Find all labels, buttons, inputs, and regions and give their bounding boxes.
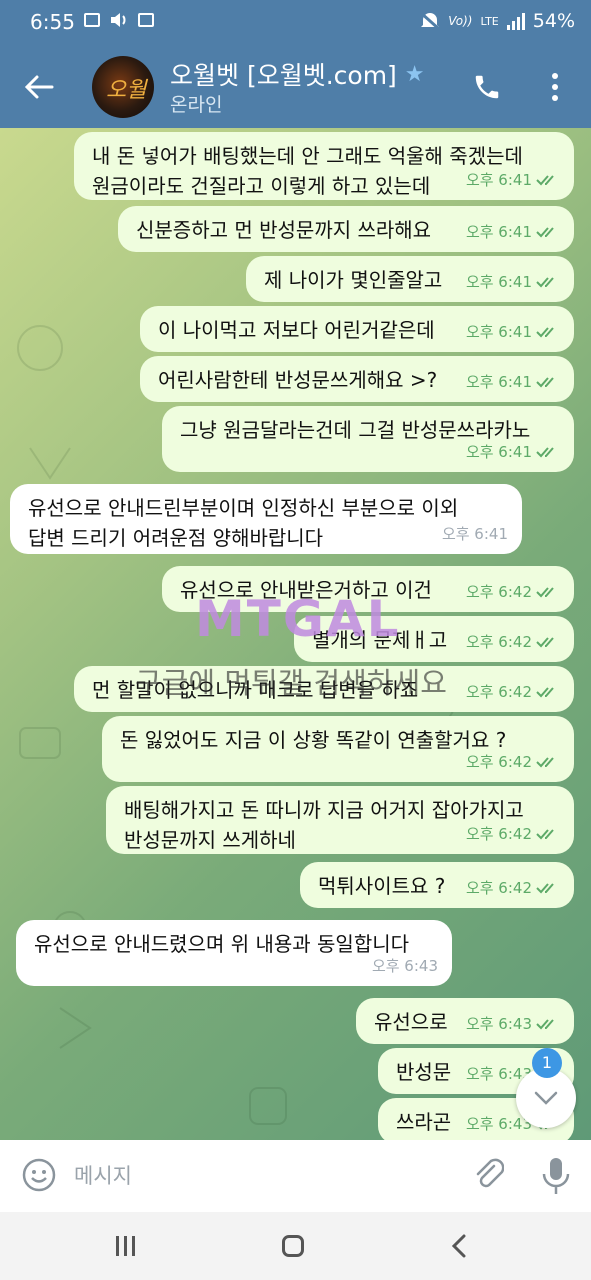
double-check-icon	[536, 327, 554, 338]
message-input[interactable]: 메시지	[74, 1160, 132, 1190]
message-time: 오후 6:41	[465, 373, 532, 391]
microphone-icon[interactable]	[540, 1156, 572, 1196]
emoji-icon[interactable]	[22, 1158, 56, 1192]
status-time: 6:55	[30, 10, 75, 34]
volume-icon	[111, 13, 126, 27]
system-nav-bar	[0, 1212, 591, 1280]
network-type: LTE	[480, 14, 499, 28]
message-time: 오후 6:41	[465, 443, 532, 461]
message-bubble-outgoing[interactable]: 이 나이먹고 저보다 어린거같은데 오후 6:41	[140, 306, 574, 352]
message-bubble-outgoing[interactable]: 배팅해가지고 돈 따니까 지금 어거지 잡아가지고 반성문까지 쓰게하네 오후 …	[106, 786, 574, 854]
more-menu-icon[interactable]	[550, 70, 560, 104]
message-meta: 오후 6:42	[466, 627, 560, 657]
message-time: 오후 6:41	[465, 273, 532, 291]
battery-level: 54%	[532, 10, 575, 32]
message-time: 오후 6:42	[465, 879, 532, 897]
message-bubble-outgoing[interactable]: 제 나이가 몇인줄알고 오후 6:41	[246, 256, 574, 302]
nav-back-icon[interactable]	[450, 1234, 468, 1258]
volte-icon: Vo))	[448, 14, 473, 28]
message-meta: 오후 6:42	[466, 819, 560, 849]
avatar[interactable]: 오월	[92, 56, 154, 118]
back-arrow-icon[interactable]	[22, 70, 56, 104]
message-time: 오후 6:41	[441, 525, 508, 543]
message-text: 답변 드리기 어려운점 양해바랍니다	[28, 526, 324, 550]
message-bubble-outgoing[interactable]: 그냥 원금달라는건데 그걸 반성문쓰라카노 오후 6:41	[162, 406, 574, 472]
message-meta: 오후 6:41	[466, 267, 560, 297]
message-time: 오후 6:43	[371, 957, 438, 975]
chat-header: 오월 오월벳 [오월벳.com] ★ 온라인	[0, 46, 591, 128]
message-bubble-incoming[interactable]: 유선으로 안내드린부분이며 인정하신 부분으로 이외 답변 드리기 어려운점 양…	[10, 484, 522, 554]
message-meta: 오후 6:42	[466, 577, 560, 607]
message-time: 오후 6:43	[465, 1015, 532, 1033]
status-right: Vo)) LTE 54%	[420, 10, 575, 32]
message-bubble-outgoing[interactable]: 어린사람한테 반성문쓰게해요 >? 오후 6:41	[140, 356, 574, 402]
message-time: 오후 6:42	[465, 753, 532, 771]
double-check-icon	[536, 829, 554, 840]
message-bubble-outgoing[interactable]: 내 돈 넣어가 배팅했는데 안 그래도 억울해 죽겠는데 원금이라도 건질라고 …	[74, 132, 574, 200]
home-icon[interactable]	[282, 1235, 304, 1257]
signal-icon	[506, 12, 525, 30]
message-meta: 오후 6:42	[466, 747, 560, 777]
watermark-text: 구글에 먹튀갤 검색하세요	[135, 666, 447, 700]
message-meta: 오후 6:42	[466, 677, 560, 707]
gallery-notification-icon	[84, 13, 100, 27]
message-time: 오후 6:41	[465, 171, 532, 189]
message-bubble-outgoing[interactable]: 돈 잃었어도 지금 이 상황 똑같이 연출할거요 ? 오후 6:42	[102, 716, 574, 782]
message-meta: 오후 6:41	[466, 317, 560, 347]
status-bar: 6:55 Vo)) LTE 54%	[0, 0, 591, 46]
app-notification-icon	[138, 13, 154, 27]
message-bubble-outgoing[interactable]: 유선으로 오후 6:43	[356, 998, 574, 1044]
star-icon: ★	[404, 61, 425, 87]
chevron-down-icon	[534, 1091, 558, 1105]
message-meta: 오후 6:42	[466, 873, 560, 903]
double-check-icon	[536, 587, 554, 598]
double-check-icon	[536, 227, 554, 238]
message-bubble-outgoing[interactable]: 먹튀사이트요 ? 오후 6:42	[300, 862, 574, 908]
message-bubble-outgoing[interactable]: 신분증하고 먼 반성문까지 쓰라해요 오후 6:41	[118, 206, 574, 252]
double-check-icon	[536, 883, 554, 894]
double-check-icon	[536, 175, 554, 186]
message-text: 유선으로 안내드린부분이며 인정하신 부분으로 이외	[28, 496, 459, 520]
message-time: 오후 6:42	[465, 633, 532, 651]
double-check-icon	[536, 377, 554, 388]
message-bubble-incoming[interactable]: 유선으로 안내드렸으며 위 내용과 동일합니다 오후 6:43	[16, 920, 452, 986]
double-check-icon	[536, 277, 554, 288]
message-time: 오후 6:42	[465, 583, 532, 601]
message-time: 오후 6:41	[465, 223, 532, 241]
chat-title-text: 오월벳 [오월벳.com]	[170, 61, 397, 90]
unread-badge: 1	[532, 1048, 562, 1078]
double-check-icon	[536, 757, 554, 768]
phone-icon[interactable]	[472, 72, 502, 102]
online-status: 온라인	[170, 94, 223, 116]
message-meta: 오후 6:41	[442, 519, 508, 549]
watermark-logo: MTGAL	[195, 590, 401, 648]
notification-icons	[84, 12, 154, 28]
mute-icon	[420, 12, 441, 30]
message-meta: 오후 6:41	[466, 217, 560, 247]
message-time: 오후 6:42	[465, 683, 532, 701]
message-meta: 오후 6:43	[466, 1009, 560, 1039]
double-check-icon	[536, 1019, 554, 1030]
message-input-bar: 메시지	[0, 1140, 591, 1212]
message-meta: 오후 6:41	[466, 437, 560, 467]
message-meta: 오후 6:41	[466, 165, 560, 195]
message-meta: 오후 6:43	[372, 951, 438, 981]
message-time: 오후 6:42	[465, 825, 532, 843]
double-check-icon	[536, 447, 554, 458]
double-check-icon	[536, 687, 554, 698]
double-check-icon	[536, 637, 554, 648]
chat-title[interactable]: 오월벳 [오월벳.com] ★	[170, 56, 425, 92]
paperclip-icon[interactable]	[472, 1156, 504, 1194]
message-time: 오후 6:41	[465, 323, 532, 341]
recent-apps-icon[interactable]	[116, 1236, 135, 1256]
message-meta: 오후 6:41	[466, 367, 560, 397]
